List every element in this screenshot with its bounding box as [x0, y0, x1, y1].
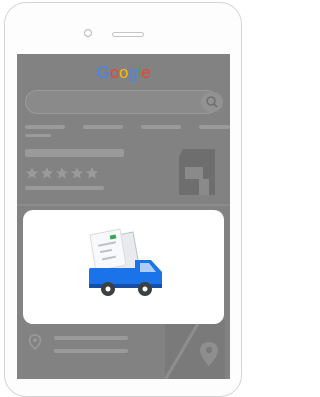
title-placeholder: [25, 134, 51, 137]
google-logo: Google: [17, 63, 230, 83]
tab-placeholder[interactable]: [83, 125, 123, 129]
map-icon: [165, 320, 225, 379]
search-button[interactable]: [201, 92, 223, 112]
location-pin-icon: [28, 334, 42, 350]
logo-letter: G: [96, 63, 110, 82]
rating-stars-icon: [25, 167, 99, 179]
location-text-placeholder: [54, 349, 128, 353]
tab-placeholder[interactable]: [141, 125, 181, 129]
storefront-icon: [179, 149, 215, 195]
earpiece-speaker: [112, 32, 144, 37]
business-name-placeholder: [25, 149, 124, 157]
front-camera: [84, 29, 92, 37]
address-placeholder: [25, 186, 104, 190]
delivery-dialog: [23, 210, 224, 324]
tab-placeholder[interactable]: [199, 125, 230, 129]
logo-letter: e: [141, 63, 151, 82]
search-input[interactable]: [25, 90, 219, 114]
tab-placeholder[interactable]: [25, 125, 65, 129]
logo-letter: o: [109, 63, 119, 82]
list-divider: [17, 204, 230, 206]
location-text-placeholder: [54, 336, 128, 340]
mail-delivery-truck-icon: [89, 228, 162, 296]
logo-letter: o: [118, 63, 129, 82]
search-icon: [206, 96, 218, 108]
